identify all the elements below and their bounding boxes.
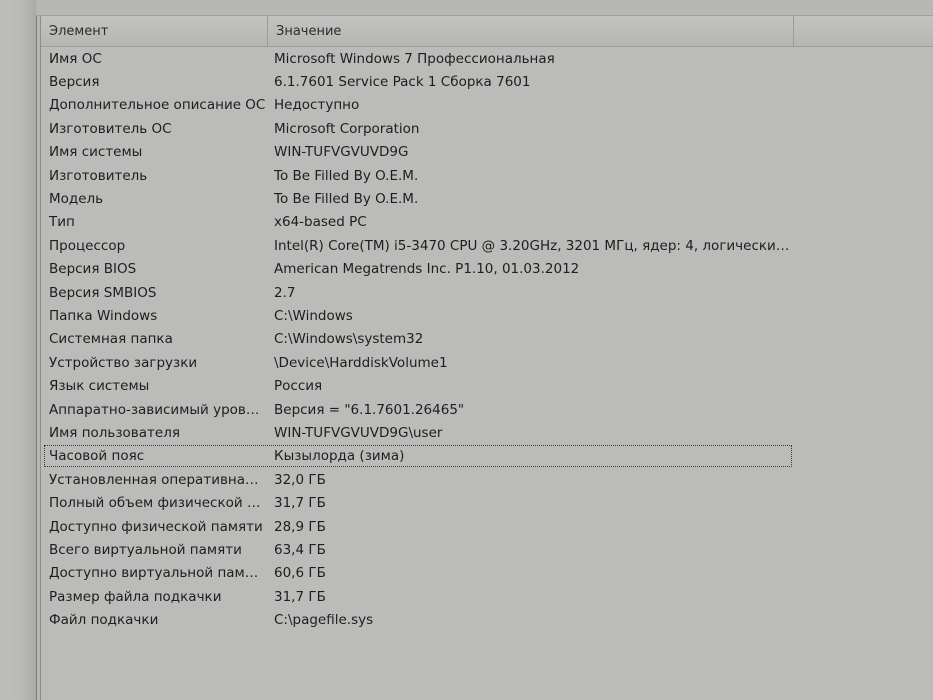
- row-value: Россия: [274, 378, 323, 395]
- row-value: Intel(R) Core(TM) i5-3470 CPU @ 3.20GHz,…: [274, 237, 793, 254]
- row-label: Аппаратно-зависимый уровен...: [49, 401, 266, 418]
- row-label: Версия SMBIOS: [49, 284, 157, 301]
- table-row-focused[interactable]: Часовой пояс Кызылорда (зима): [41, 444, 933, 468]
- table-row[interactable]: Изготовитель ОС Microsoft Corporation: [41, 117, 933, 140]
- row-label: Папка Windows: [49, 307, 158, 324]
- row-value: x64-based PC: [274, 214, 367, 231]
- row-value: \Device\HarddiskVolume1: [274, 354, 448, 371]
- table-row[interactable]: Имя пользователя WIN-TUFVGVUVD9G\user: [41, 421, 933, 444]
- table-row[interactable]: Изготовитель To Be Filled By O.E.M.: [41, 164, 933, 187]
- row-label: Часовой пояс: [49, 448, 145, 465]
- table-row[interactable]: Установленная оперативная п... 32,0 ГБ: [41, 468, 933, 491]
- table-row[interactable]: Папка Windows C:\Windows: [41, 304, 933, 327]
- row-value: 32,0 ГБ: [274, 471, 326, 488]
- row-value: 2.7: [274, 284, 296, 301]
- table-row[interactable]: Системная папка C:\Windows\system32: [41, 328, 933, 351]
- row-value: Кызылорда (зима): [274, 448, 405, 465]
- row-value: C:\pagefile.sys: [274, 612, 374, 629]
- row-label: Файл подкачки: [49, 612, 159, 629]
- table-row[interactable]: Версия BIOS American Megatrends Inc. P1.1…: [41, 258, 933, 281]
- list-rows: Имя ОС Microsoft Windows 7 Профессиональн…: [41, 47, 933, 632]
- row-value: To Be Filled By O.E.M.: [274, 167, 419, 184]
- table-row[interactable]: Процессор Intel(R) Core(TM) i5-3470 CPU @…: [41, 234, 933, 257]
- row-label: Доступно виртуальной памяти: [49, 565, 266, 582]
- row-value: Версия = "6.1.7601.26465": [274, 401, 465, 418]
- row-label: Изготовитель: [49, 167, 148, 184]
- row-label: Версия: [49, 74, 100, 91]
- row-value: 63,4 ГБ: [274, 541, 326, 558]
- row-value: 28,9 ГБ: [274, 518, 326, 535]
- table-row[interactable]: Доступно виртуальной памяти 60,6 ГБ: [41, 562, 933, 585]
- window-top-edge: [36, 0, 933, 16]
- row-label: Язык системы: [49, 378, 150, 395]
- table-row[interactable]: Файл подкачки C:\pagefile.sys: [41, 608, 933, 631]
- column-header-value[interactable]: Значение: [268, 16, 794, 46]
- row-label: Системная папка: [49, 331, 173, 348]
- row-label: Имя ОС: [49, 50, 102, 67]
- row-label: Установленная оперативная п...: [49, 471, 266, 488]
- column-header-element[interactable]: Элемент: [41, 16, 268, 46]
- row-label: Процессор: [49, 237, 126, 254]
- row-label: Имя системы: [49, 144, 143, 161]
- table-row[interactable]: Размер файла подкачки 31,7 ГБ: [41, 585, 933, 608]
- column-header-empty: [794, 16, 933, 46]
- row-value: To Be Filled By O.E.M.: [274, 191, 419, 208]
- left-pane: [0, 0, 37, 700]
- row-label: Имя пользователя: [49, 424, 180, 441]
- row-value: Microsoft Corporation: [274, 120, 420, 137]
- row-value: 31,7 ГБ: [274, 495, 326, 512]
- row-value: Недоступно: [274, 97, 360, 114]
- row-value: 31,7 ГБ: [274, 588, 326, 605]
- table-row[interactable]: Устройство загрузки \Device\HarddiskVolum…: [41, 351, 933, 374]
- row-label: Устройство загрузки: [49, 354, 198, 371]
- row-label: Доступно физической памяти: [49, 518, 263, 535]
- list-header: Элемент Значение: [41, 16, 933, 47]
- row-value: 60,6 ГБ: [274, 565, 326, 582]
- table-row[interactable]: Версия 6.1.7601 Service Pack 1 Сборка 760…: [41, 70, 933, 93]
- row-label: Версия BIOS: [49, 261, 137, 278]
- table-row[interactable]: Аппаратно-зависимый уровен... Версия = "6…: [41, 398, 933, 421]
- row-value: C:\Windows: [274, 307, 353, 324]
- table-row[interactable]: Версия SMBIOS 2.7: [41, 281, 933, 304]
- row-label: Модель: [49, 191, 104, 208]
- row-value: C:\Windows\system32: [274, 331, 424, 348]
- table-row[interactable]: Всего виртуальной памяти 63,4 ГБ: [41, 538, 933, 561]
- row-label: Всего виртуальной памяти: [49, 541, 242, 558]
- system-summary-list[interactable]: Элемент Значение Имя ОС Microsoft Windows…: [41, 16, 933, 700]
- table-row[interactable]: Полный объем физической па... 31,7 ГБ: [41, 491, 933, 514]
- table-row[interactable]: Доступно физической памяти 28,9 ГБ: [41, 515, 933, 538]
- row-label: Дополнительное описание ОС: [49, 97, 266, 114]
- row-label: Изготовитель ОС: [49, 120, 172, 137]
- row-label: Тип: [49, 214, 75, 231]
- row-value: Microsoft Windows 7 Профессиональная: [274, 50, 555, 67]
- row-value: American Megatrends Inc. P1.10, 01.03.20…: [274, 261, 580, 278]
- table-row[interactable]: Имя системы WIN-TUFVGVUVD9G: [41, 141, 933, 164]
- row-value: WIN-TUFVGVUVD9G\user: [274, 424, 443, 441]
- row-label: Полный объем физической па...: [49, 495, 266, 512]
- row-value: WIN-TUFVGVUVD9G: [274, 144, 409, 161]
- table-row[interactable]: Тип x64-based PC: [41, 211, 933, 234]
- row-label: Размер файла подкачки: [49, 588, 222, 605]
- row-value: 6.1.7601 Service Pack 1 Сборка 7601: [274, 74, 531, 91]
- table-row[interactable]: Дополнительное описание ОС Недоступно: [41, 94, 933, 117]
- table-row[interactable]: Модель To Be Filled By O.E.M.: [41, 187, 933, 210]
- table-row[interactable]: Имя ОС Microsoft Windows 7 Профессиональн…: [41, 47, 933, 70]
- table-row[interactable]: Язык системы Россия: [41, 374, 933, 397]
